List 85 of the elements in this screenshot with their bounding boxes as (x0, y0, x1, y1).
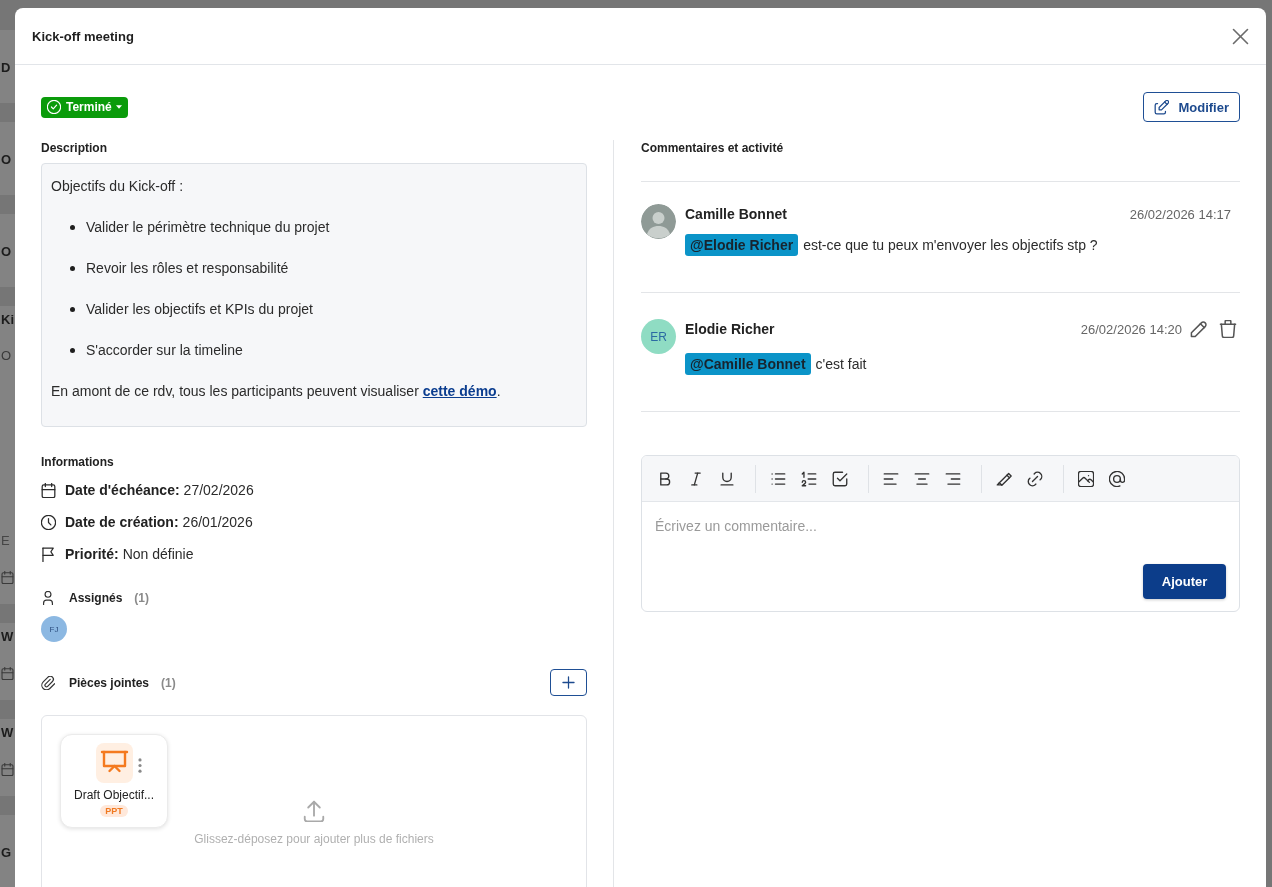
card-title: O (1, 151, 12, 169)
list-item: Valider les objectifs et KPIs du projet (86, 300, 313, 319)
image-icon (1078, 470, 1094, 487)
upload-icon (303, 800, 325, 822)
info-label: Priorité: (65, 546, 119, 562)
list-item: Valider le périmètre technique du projet (86, 218, 330, 237)
description-paragraph: En amont de ce rdv, tous les participants peuvent visualiser cette démo. (51, 382, 502, 401)
assignee-avatar: FJ (41, 616, 67, 642)
user-avatar: ER (641, 319, 676, 354)
flag-icon (41, 546, 56, 562)
section-heading: Pièces jointes (69, 674, 150, 691)
item-count: (1) (134, 590, 150, 606)
caret-icon (115, 105, 122, 109)
card-title: W (1, 724, 14, 742)
info-value: 27/02/2026 (183, 482, 254, 498)
edit-button[interactable]: Modifier (1143, 92, 1240, 122)
bullet-icon (70, 266, 75, 271)
list-item: Revoir les rôles et responsabilité (86, 259, 289, 278)
checkbox-icon (832, 470, 848, 487)
section-heading: Commentaires et activité (641, 140, 785, 156)
bullet-icon (70, 307, 75, 312)
bold-icon (657, 470, 673, 487)
comment-editor[interactable]: Écrivez un commentaire... Ajouter (641, 455, 1240, 612)
link-icon (1027, 470, 1043, 487)
mention-tag: @Elodie Richer (685, 234, 799, 256)
numbered-list-icon (801, 470, 817, 487)
section-heading: Assignés (69, 590, 123, 606)
card-meta: E (1, 532, 10, 550)
section-heading: Informations (41, 454, 115, 470)
file-type-badge: PPT (100, 805, 128, 817)
card-subtitle: O (1, 347, 12, 365)
file-name: Draft Objectif... (74, 788, 154, 802)
edit-icon (1154, 99, 1170, 115)
align-center-icon (914, 470, 930, 487)
comment-text: c'est fait (815, 356, 867, 372)
close-icon (1231, 26, 1250, 46)
modal-title: Kick-off meeting (32, 28, 134, 44)
presentation-icon (95, 743, 133, 783)
bullet-icon (70, 225, 75, 230)
comment-text: est-ce que tu peux m'envoyer les objectifs stp ? (803, 237, 1098, 253)
item-count: (1) (161, 674, 176, 691)
italic-icon (688, 470, 704, 487)
calendar-icon (41, 482, 56, 498)
info-value: Non définie (122, 546, 194, 562)
bullet-list-icon (770, 470, 786, 487)
author-name: Elodie Richer (685, 321, 775, 337)
info-label: Date de création: (65, 514, 179, 530)
text-link[interactable]: cette démo (422, 383, 497, 399)
card-title: W (1, 628, 14, 646)
info-label: Date d'échéance: (65, 482, 180, 498)
card-title: Ki (1, 311, 14, 329)
highlighter-icon (996, 470, 1012, 487)
check-circle-icon (47, 100, 61, 114)
at-sign-icon (1109, 470, 1125, 487)
comment-time: 26/02/2026 14:20 (1080, 321, 1182, 337)
section-heading: Description (41, 140, 108, 156)
drop-hint: Glissez-déposez pour ajouter plus de fichiers (194, 832, 434, 846)
calendar-icon (1, 571, 14, 584)
add-attachment-button[interactable] (550, 669, 587, 696)
paperclip-icon (41, 675, 55, 690)
kebab-menu-icon[interactable] (138, 758, 142, 773)
pencil-icon (1190, 320, 1208, 338)
description-paragraph: Objectifs du Kick-off : (51, 177, 184, 196)
align-left-icon (883, 470, 899, 487)
align-right-icon (945, 470, 961, 487)
list-item: S'accorder sur la timeline (86, 341, 243, 360)
plus-icon (561, 675, 576, 690)
status-dropdown[interactable]: Terminé (41, 96, 128, 118)
add-comment-button[interactable]: Ajouter (1143, 564, 1226, 599)
user-icon (41, 591, 55, 605)
calendar-icon (1, 763, 14, 776)
bullet-icon (70, 348, 75, 353)
drop-zone[interactable]: Draft Objectif... PPT Glissez-déposez pour ajouter plus de fichiers (41, 715, 587, 887)
card-title: D (1, 59, 11, 77)
calendar-icon (1, 667, 14, 680)
card-title: O (1, 243, 12, 261)
file-card[interactable]: Draft Objectif... PPT (60, 734, 168, 828)
clock-icon (41, 514, 56, 530)
underline-icon (719, 470, 735, 487)
comment-time: 26/02/2026 14:17 (1129, 206, 1231, 222)
trash-icon (1219, 320, 1237, 338)
info-value: 26/01/2026 (182, 514, 253, 530)
card-title: G (1, 844, 12, 862)
mention-tag: @Camille Bonnet (685, 353, 811, 375)
author-name: Camille Bonnet (685, 206, 787, 222)
